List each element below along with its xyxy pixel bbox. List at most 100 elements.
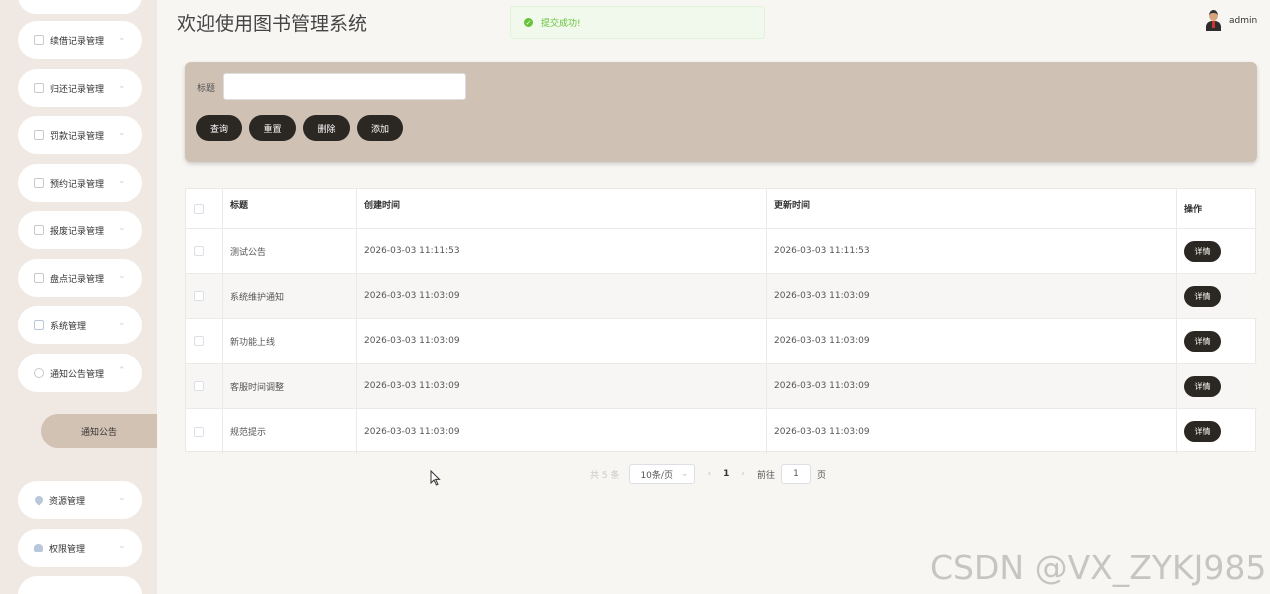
document-icon — [34, 83, 44, 93]
goto-page-input[interactable]: 1 — [780, 464, 811, 484]
sidebar-item-inventory-records[interactable]: 盘点记录管理 ⌄ — [18, 259, 142, 297]
sidebar-item-label: 归还记录管理 — [50, 84, 105, 95]
cell-title: 系统维护通知 — [230, 292, 285, 303]
cell-title: 规范提示 — [230, 428, 267, 438]
document-icon — [34, 35, 44, 45]
cell-created: 2026-03-03 11:11:53 — [364, 246, 460, 256]
cell-created: 2026-03-03 11:03:09 — [364, 426, 460, 437]
sidebar-item-label: 资源管理 — [49, 496, 86, 507]
document-icon — [34, 225, 44, 235]
chevron-down-icon: ⌄ — [118, 541, 126, 551]
sidebar-item-resources[interactable]: 资源管理 ⌄ — [18, 481, 142, 519]
delete-button[interactable]: 删除 — [303, 115, 350, 141]
detail-button[interactable]: 详情 — [1184, 240, 1221, 262]
chevron-down-icon: ⌄ — [118, 318, 126, 328]
chevron-down-icon: ⌄ — [680, 469, 689, 479]
query-button[interactable]: 查询 — [196, 115, 242, 141]
sidebar: 续借记录管理 ⌄ 归还记录管理 ⌄ 罚款记录管理 ⌄ 预约记录管理 ⌄ 报废记录… — [0, 0, 157, 594]
cell-updated: 2026-03-03 11:03:09 — [774, 426, 870, 437]
cell-title: 测试公告 — [230, 247, 267, 258]
monitor-icon — [34, 320, 44, 330]
document-icon — [34, 178, 44, 188]
select-all-checkbox[interactable] — [194, 203, 204, 214]
chevron-down-icon: ⌄ — [118, 176, 126, 186]
row-checkbox[interactable] — [194, 426, 204, 437]
sidebar-item-label: 盘点记录管理 — [50, 274, 105, 285]
sidebar-item-label: 系统管理 — [50, 321, 87, 332]
header-title[interactable]: 标题 — [222, 185, 356, 224]
cell-updated: 2026-03-03 11:11:53 — [774, 246, 870, 256]
search-title-input[interactable] — [223, 73, 466, 100]
avatar[interactable] — [1206, 10, 1221, 31]
sidebar-subitem-notice[interactable]: 通知公告 — [41, 414, 157, 448]
pagination-total: 共 5 条 — [590, 470, 620, 481]
page-number-current[interactable]: 1 — [723, 469, 729, 479]
location-icon — [33, 494, 45, 506]
add-button[interactable]: 添加 — [357, 115, 403, 141]
sidebar-item-fine-records[interactable]: 罚款记录管理 ⌄ — [18, 116, 142, 154]
row-checkbox[interactable] — [194, 336, 204, 346]
notice-table: 标题 创建时间 更新时间 操作 测试公告 2026-03-03 11:11:53… — [185, 188, 1257, 454]
cell-updated: 2026-03-03 11:03:09 — [774, 336, 870, 346]
document-icon — [34, 273, 44, 283]
sidebar-item-label: 权限管理 — [49, 544, 86, 555]
sidebar-item-label: 续借记录管理 — [50, 36, 105, 47]
toast-message: 提交成功! — [541, 19, 581, 29]
cell-title: 新功能上线 — [230, 337, 276, 348]
table-header-row: 标题 创建时间 更新时间 操作 — [186, 189, 1257, 229]
cell-updated: 2026-03-03 11:03:09 — [774, 291, 870, 301]
page-size-value: 10条/页 — [640, 470, 673, 481]
table-row: 系统维护通知 2026-03-03 11:03:09 2026-03-03 11… — [186, 274, 1257, 319]
table-row: 客服时间调整 2026-03-03 11:03:09 2026-03-03 11… — [186, 364, 1257, 409]
user-menu[interactable]: admin — [1206, 10, 1257, 31]
sidebar-item-reservation-records[interactable]: 预约记录管理 ⌄ — [18, 164, 142, 202]
search-panel: 标题 查询 重置 删除 添加 — [185, 62, 1257, 162]
table-row: 规范提示 2026-03-03 11:03:09 2026-03-03 11:0… — [186, 409, 1257, 454]
detail-button[interactable]: 详情 — [1184, 330, 1221, 352]
user-icon — [34, 544, 43, 552]
chevron-down-icon: ⌄ — [118, 33, 126, 43]
chevron-down-icon: ⌄ — [118, 271, 126, 281]
search-title-label: 标题 — [197, 84, 216, 94]
next-page-icon[interactable]: › — [741, 469, 745, 479]
reset-button[interactable]: 重置 — [249, 115, 296, 141]
chevron-down-icon: ⌄ — [118, 493, 126, 503]
username: admin — [1229, 15, 1258, 26]
detail-button[interactable]: 详情 — [1184, 375, 1221, 397]
sidebar-item-system[interactable]: 系统管理 ⌄ — [18, 306, 142, 344]
info-icon — [34, 368, 44, 378]
row-checkbox[interactable] — [194, 291, 204, 301]
pagination: 共 5 条 10条/页 ⌄ ‹ 1 › 前往 1 页 — [590, 464, 826, 484]
check-circle-icon: ✓ — [524, 18, 533, 27]
sidebar-item-label: 罚款记录管理 — [50, 131, 105, 142]
document-icon — [34, 130, 44, 140]
sidebar-item-partial[interactable] — [18, 0, 142, 14]
sidebar-item-return-records[interactable]: 归还记录管理 ⌄ — [18, 69, 142, 107]
page-title: 欢迎使用图书管理系统 — [177, 13, 368, 35]
page-size-select[interactable]: 10条/页 ⌄ — [629, 464, 696, 484]
cell-created: 2026-03-03 11:03:09 — [364, 381, 460, 391]
cell-updated: 2026-03-03 11:03:09 — [774, 381, 870, 391]
sidebar-item-label: 通知公告管理 — [50, 369, 105, 380]
detail-button[interactable]: 详情 — [1184, 285, 1221, 307]
chevron-down-icon: ⌄ — [118, 223, 126, 233]
goto-label: 前往 — [756, 470, 775, 481]
header-action: 操作 — [1184, 205, 1203, 215]
row-checkbox[interactable] — [194, 381, 204, 391]
cell-created: 2026-03-03 11:03:09 — [364, 336, 460, 346]
detail-button[interactable]: 详情 — [1184, 421, 1221, 442]
sidebar-item-notices[interactable]: 通知公告管理 ⌃ — [18, 354, 142, 392]
header-created[interactable]: 创建时间 — [356, 185, 766, 224]
sidebar-item-renew-records[interactable]: 续借记录管理 ⌄ — [18, 21, 142, 59]
header-updated[interactable]: 更新时间 — [766, 185, 1176, 224]
row-checkbox[interactable] — [194, 246, 204, 256]
sidebar-item-permissions[interactable]: 权限管理 ⌄ — [18, 529, 142, 567]
sidebar-item-label: 预约记录管理 — [50, 179, 105, 190]
page-suffix: 页 — [816, 470, 826, 481]
success-toast: ✓ 提交成功! — [510, 6, 765, 39]
chevron-down-icon: ⌄ — [118, 128, 126, 138]
sidebar-item-label: 报废记录管理 — [50, 226, 105, 237]
prev-page-icon[interactable]: ‹ — [707, 469, 711, 479]
sidebar-item-partial-bottom[interactable] — [18, 576, 142, 594]
sidebar-item-scrap-records[interactable]: 报废记录管理 ⌄ — [18, 211, 142, 249]
